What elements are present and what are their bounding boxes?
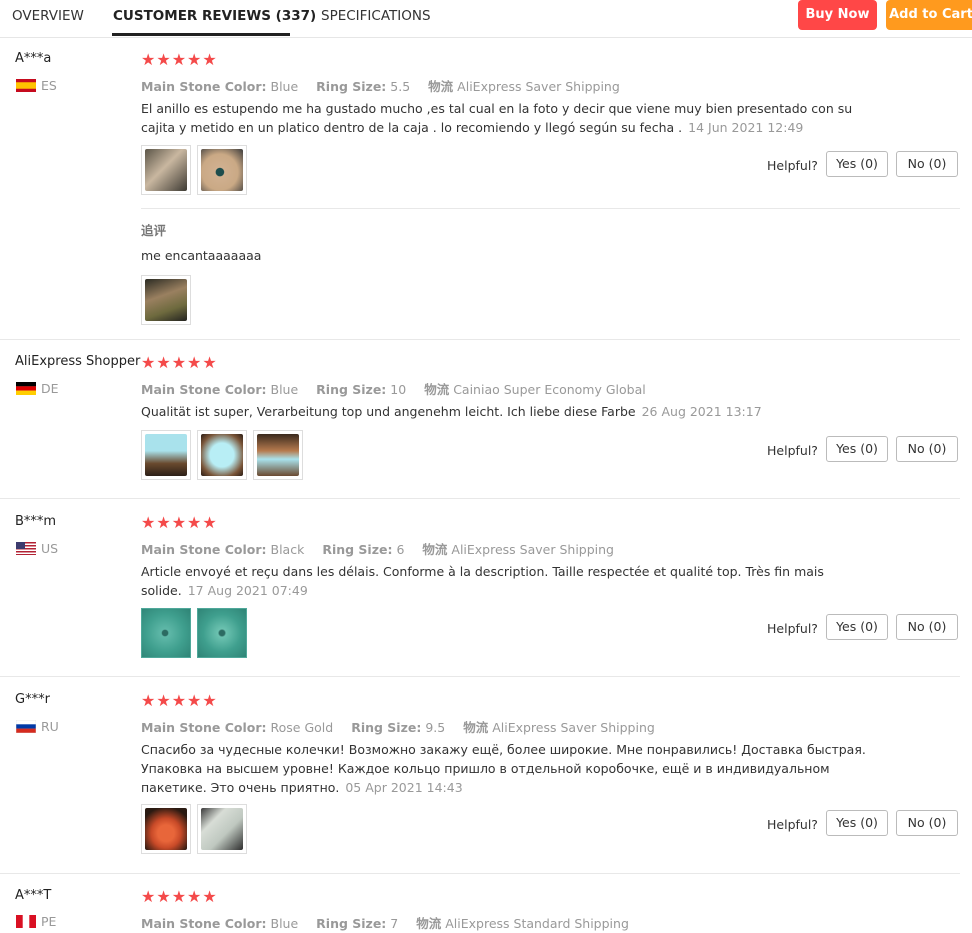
buy-now-button[interactable]: Buy Now bbox=[798, 0, 877, 30]
review-text: Спасибо за чудесные колечки! Возможно за… bbox=[141, 742, 866, 795]
flag-es-icon bbox=[16, 79, 36, 92]
star-rating: ★★★★★ bbox=[141, 353, 218, 372]
active-tab-indicator bbox=[112, 33, 290, 36]
review-text: Article envoyé et reçu dans les délais. … bbox=[141, 564, 824, 598]
helpful-no-button[interactable]: No (0) bbox=[896, 614, 958, 640]
helpful-no-button[interactable]: No (0) bbox=[896, 151, 958, 177]
review-photo[interactable] bbox=[141, 804, 191, 854]
helpful-yes-button[interactable]: Yes (0) bbox=[826, 614, 888, 640]
star-rating: ★★★★★ bbox=[141, 887, 218, 906]
review-photo[interactable] bbox=[197, 145, 248, 195]
star-rating: ★★★★★ bbox=[141, 691, 218, 710]
flag-de-icon bbox=[16, 382, 36, 395]
review-date: 14 Jun 2021 12:49 bbox=[688, 120, 804, 135]
reviewer-country: DE bbox=[16, 381, 59, 396]
tab-specifications[interactable]: SPECIFICATIONS bbox=[321, 8, 431, 24]
helpful-yes-button[interactable]: Yes (0) bbox=[826, 810, 888, 836]
review-attributes: Main Stone Color: Blue Ring Size: 7 物流 A… bbox=[141, 916, 629, 931]
review-attributes: Main Stone Color: Blue Ring Size: 10 物流 … bbox=[141, 382, 646, 397]
review-photos bbox=[141, 430, 304, 480]
reviewer-name: A***T bbox=[15, 888, 52, 903]
flag-ru-icon bbox=[16, 720, 36, 733]
review-divider bbox=[0, 873, 960, 874]
reviewer-country: RU bbox=[16, 719, 59, 734]
review-text: El anillo es estupendo me ha gustado muc… bbox=[141, 101, 853, 135]
review-photo[interactable] bbox=[197, 804, 248, 854]
reviewer-country: PE bbox=[16, 914, 56, 929]
review-divider bbox=[0, 676, 960, 677]
star-rating: ★★★★★ bbox=[141, 513, 218, 532]
review-photo[interactable] bbox=[141, 430, 191, 480]
helpful-label: Helpful? bbox=[767, 443, 818, 458]
review-photos bbox=[141, 804, 248, 854]
helpful-no-button[interactable]: No (0) bbox=[896, 810, 958, 836]
review-divider bbox=[0, 498, 960, 499]
review-divider bbox=[0, 339, 960, 340]
followup-review-photos bbox=[141, 275, 192, 325]
helpful-label: Helpful? bbox=[767, 817, 818, 832]
reviewer-name: B***m bbox=[15, 514, 57, 529]
reviewer-country: US bbox=[16, 541, 58, 556]
helpful-label: Helpful? bbox=[767, 158, 818, 173]
divider bbox=[141, 208, 960, 209]
review-photos bbox=[141, 608, 248, 658]
reviewer-name: G***r bbox=[15, 692, 50, 707]
flag-pe-icon bbox=[16, 915, 36, 928]
review-date: 17 Aug 2021 07:49 bbox=[187, 583, 308, 598]
review-photo[interactable] bbox=[197, 430, 248, 480]
tab-customer-reviews[interactable]: CUSTOMER REVIEWS (337) bbox=[113, 8, 316, 24]
helpful-no-button[interactable]: No (0) bbox=[896, 436, 958, 462]
review-attributes: Main Stone Color: Rose Gold Ring Size: 9… bbox=[141, 720, 655, 735]
flag-us-icon bbox=[16, 542, 36, 555]
tab-overview[interactable]: OVERVIEW bbox=[12, 8, 84, 24]
helpful-label: Helpful? bbox=[767, 621, 818, 636]
reviewer-name: A***a bbox=[15, 51, 52, 66]
review-attributes: Main Stone Color: Black Ring Size: 6 物流 … bbox=[141, 542, 614, 557]
add-to-cart-button[interactable]: Add to Cart bbox=[886, 0, 972, 30]
review-date: 26 Aug 2021 13:17 bbox=[641, 404, 762, 419]
review-photo[interactable] bbox=[141, 145, 191, 195]
tab-bar: OVERVIEW CUSTOMER REVIEWS (337) SPECIFIC… bbox=[0, 0, 972, 38]
review-date: 05 Apr 2021 14:43 bbox=[345, 780, 463, 795]
review-photos bbox=[141, 145, 248, 195]
reviewer-country: ES bbox=[16, 78, 57, 93]
helpful-yes-button[interactable]: Yes (0) bbox=[826, 436, 888, 462]
followup-review-text: me encantaaaaaaa bbox=[141, 248, 262, 263]
review-photo[interactable] bbox=[197, 608, 248, 658]
review-text: Qualität ist super, Verarbeitung top und… bbox=[141, 404, 762, 419]
review-photo[interactable] bbox=[141, 275, 191, 325]
reviewer-name: AliExpress Shopper bbox=[15, 354, 141, 369]
review-photo[interactable] bbox=[253, 430, 304, 480]
review-attributes: Main Stone Color: Blue Ring Size: 5.5 物流… bbox=[141, 79, 620, 94]
followup-review-title: 追评 bbox=[141, 223, 167, 238]
review-photo[interactable] bbox=[141, 608, 191, 658]
star-rating: ★★★★★ bbox=[141, 50, 218, 69]
helpful-yes-button[interactable]: Yes (0) bbox=[826, 151, 888, 177]
